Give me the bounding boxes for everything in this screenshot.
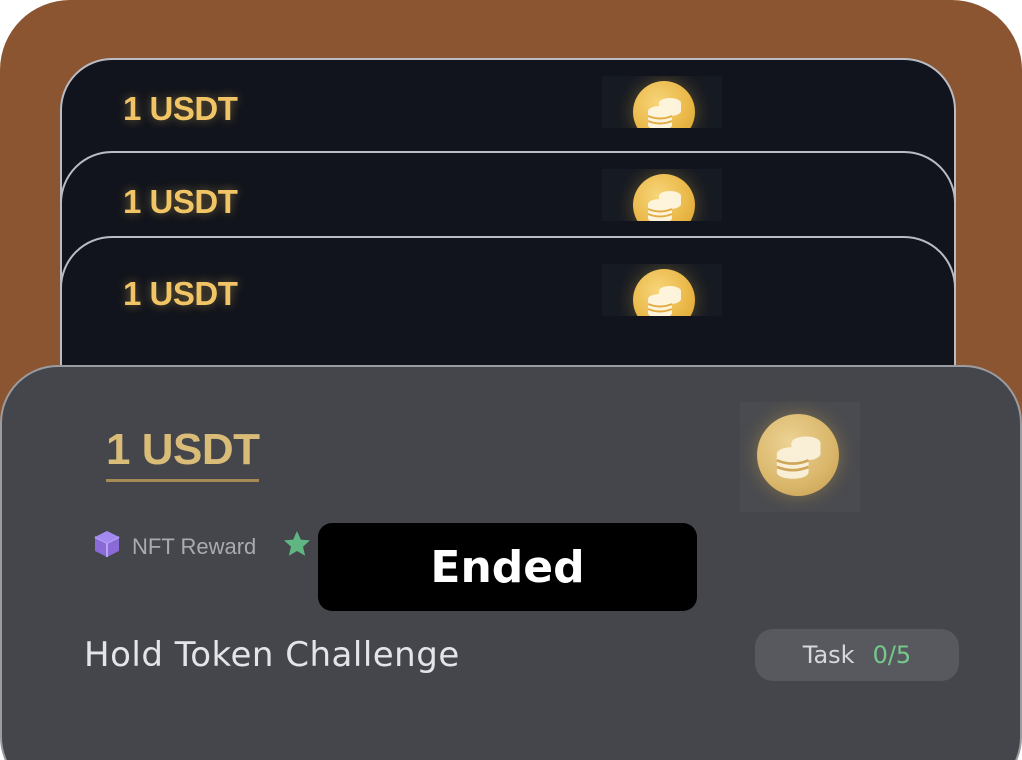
coin-icon-area (602, 169, 722, 221)
star-icon (282, 529, 312, 565)
tag-star (282, 529, 312, 565)
coins-icon (757, 414, 839, 496)
coins-icon (633, 269, 695, 316)
ended-status-badge: Ended (318, 523, 697, 611)
reward-amount: 1 USDT (123, 275, 238, 312)
reward-amount: 1 USDT (106, 425, 260, 482)
task-label: Task (802, 641, 855, 669)
reward-amount: 1 USDT (123, 183, 238, 220)
tag-label: NFT Reward (132, 534, 257, 559)
reward-amount: 1 USDT (123, 90, 238, 127)
coin-icon-area (602, 264, 722, 316)
challenge-title: Hold Token Challenge (84, 635, 460, 675)
reward-tags: NFT Reward (92, 529, 312, 565)
cube-icon (92, 529, 122, 565)
tag-nft-reward: NFT Reward (92, 529, 256, 565)
task-progress: 0/5 (872, 641, 912, 669)
coins-icon (633, 81, 695, 128)
coin-icon-area (602, 76, 722, 128)
reward-stack-screen: 1 USDT 1 USDT 1 USDT 1 USDT NFT Reward H… (0, 0, 1022, 760)
task-progress-badge[interactable]: Task 0/5 (755, 629, 959, 681)
coins-icon (633, 174, 695, 221)
